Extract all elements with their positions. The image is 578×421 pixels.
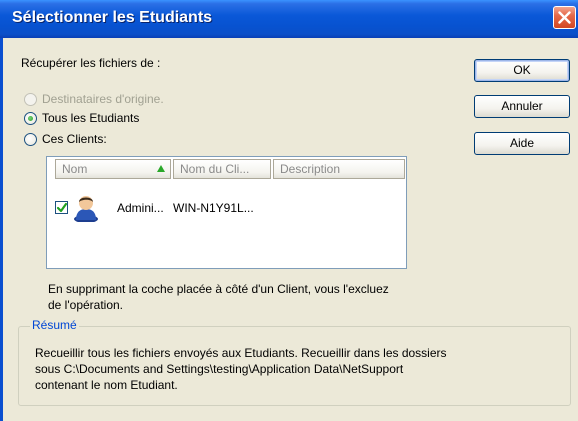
summary-line-1: Recueillir tous les fichiers envoyés aux… <box>35 346 447 360</box>
row-client-name: WIN-N1Y91L... <box>173 201 254 215</box>
close-button[interactable] <box>553 6 576 29</box>
radio-original-recipients[interactable] <box>24 93 37 106</box>
window-left-border <box>0 38 3 421</box>
column-header-description-label: Description <box>280 162 341 176</box>
summary-line-2: sous C:\Documents and Settings\testing\A… <box>35 362 404 376</box>
title-bar[interactable]: Sélectionner les Etudiants <box>0 0 578 38</box>
clients-list[interactable]: Nom Nom du Cli... Description Admini... … <box>46 156 407 269</box>
exclusion-note-line-2: de l'opération. <box>48 298 124 312</box>
cancel-button[interactable]: Annuler <box>474 95 570 118</box>
recover-label: Récupérer les fichiers de : <box>21 56 161 70</box>
window-title: Sélectionner les Etudiants <box>12 9 213 26</box>
column-header-client-name[interactable]: Nom du Cli... <box>173 159 271 179</box>
row-name: Admini... <box>117 201 164 215</box>
dialog-window: Sélectionner les Etudiants Récupérer les… <box>0 0 578 421</box>
radio-selected-dot <box>28 116 33 121</box>
user-icon <box>74 196 98 222</box>
close-icon <box>558 11 571 24</box>
row-checkbox[interactable] <box>55 201 68 214</box>
sort-ascending-icon <box>157 165 165 172</box>
help-button[interactable]: Aide <box>474 132 570 155</box>
summary-line-3: contenant le nom Etudiant. <box>35 378 178 392</box>
exclusion-note-line-1: En supprimant la coche placée à côté d'u… <box>48 282 389 296</box>
column-header-name[interactable]: Nom <box>55 159 171 179</box>
radio-all-students-label: Tous les Etudiants <box>42 111 140 125</box>
radio-all-students[interactable] <box>24 112 37 125</box>
column-header-description[interactable]: Description <box>273 159 405 179</box>
check-icon <box>56 202 68 213</box>
summary-title: Résumé <box>30 318 79 332</box>
table-row[interactable]: Admini... WIN-N1Y91L... <box>48 191 405 225</box>
column-header-client-name-label: Nom du Cli... <box>180 162 250 176</box>
radio-these-clients[interactable] <box>24 133 37 146</box>
radio-original-recipients-label: Destinataires d'origine. <box>42 92 164 106</box>
column-header-name-label: Nom <box>62 162 88 176</box>
radio-these-clients-label: Ces Clients: <box>42 132 107 146</box>
ok-button[interactable]: OK <box>474 59 570 82</box>
